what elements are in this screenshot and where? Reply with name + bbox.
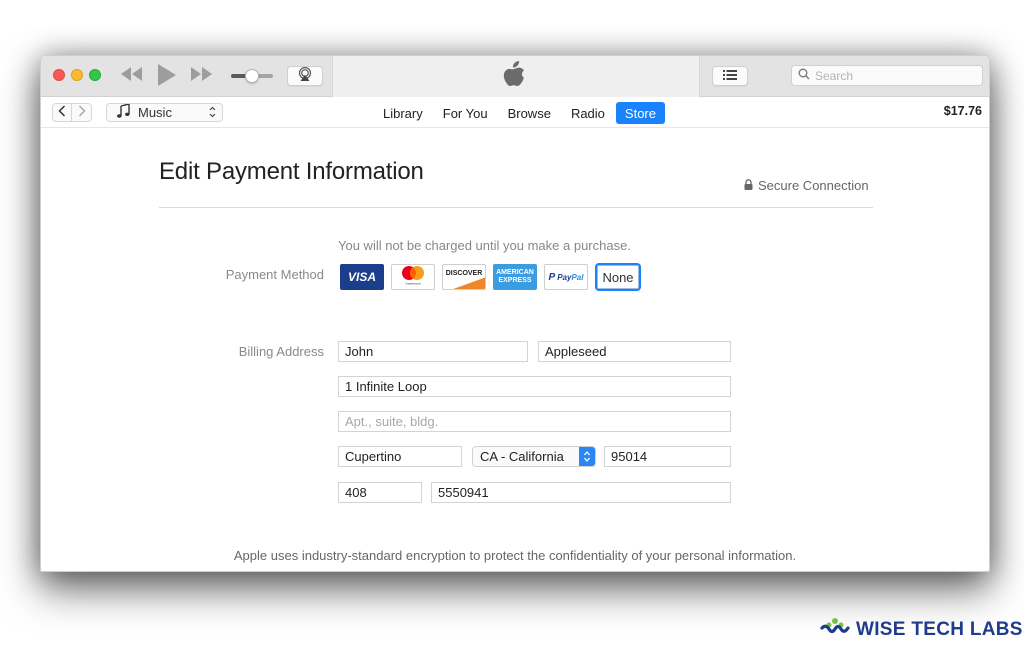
fast-forward-icon[interactable]	[191, 67, 213, 86]
main-tabs: Library For You Browse Radio Store	[374, 102, 667, 124]
mastercard-text: mastercard	[405, 281, 420, 285]
close-window-button[interactable]	[53, 69, 65, 81]
media-type-label: Music	[138, 105, 172, 120]
billing-address-label: Billing Address	[238, 344, 324, 359]
payment-form-page: Edit Payment Information Secure Connecti…	[41, 128, 989, 571]
itunes-window: Music Library For You Browse Radio Store…	[40, 55, 990, 572]
payment-option-discover[interactable]: DISCOVER	[442, 264, 486, 290]
apt-suite-field[interactable]	[338, 411, 731, 432]
chevron-left-icon	[58, 104, 66, 122]
tab-library[interactable]: Library	[374, 102, 432, 124]
amex-logo-line1: AMERICAN	[496, 269, 534, 276]
media-type-select[interactable]: Music	[106, 103, 223, 122]
watermark-text: WISE TECH LABS	[856, 618, 1023, 640]
discover-stripe	[449, 276, 485, 289]
lock-icon	[744, 178, 753, 193]
play-icon[interactable]	[158, 64, 176, 91]
mastercard-logo-icon: mastercard	[398, 265, 428, 289]
zip-code-field[interactable]	[604, 446, 731, 467]
apple-logo-icon	[503, 61, 527, 94]
paypal-text-pal: Pal	[571, 272, 584, 282]
payment-method-label: Payment Method	[225, 267, 324, 282]
zoom-window-button[interactable]	[89, 69, 101, 81]
payment-option-none[interactable]: None	[595, 263, 641, 291]
discover-logo-icon: DISCOVER	[445, 269, 483, 277]
watermark: WISE TECH LABS	[820, 617, 1023, 642]
toolbar-center	[332, 56, 700, 97]
chevron-updown-icon	[579, 447, 595, 466]
charge-note: You will not be charged until you make a…	[338, 238, 631, 253]
secure-connection-indicator: Secure Connection	[744, 178, 869, 193]
payment-option-amex[interactable]: AMERICAN EXPRESS	[493, 264, 537, 290]
list-icon	[723, 67, 737, 85]
state-select[interactable]: CA - California	[472, 446, 596, 467]
volume-slider[interactable]	[231, 69, 273, 83]
encryption-note: Apple uses industry-standard encryption …	[233, 548, 797, 563]
payment-option-paypal[interactable]: P Pay Pal	[544, 264, 588, 290]
volume-knob[interactable]	[245, 69, 259, 83]
rewind-icon[interactable]	[121, 67, 143, 86]
amex-logo-line2: EXPRESS	[498, 277, 532, 284]
visa-logo-icon: VISA	[347, 270, 376, 284]
navigation-bar: Music Library For You Browse Radio Store…	[41, 97, 989, 128]
street-address-field[interactable]	[338, 376, 731, 397]
search-field[interactable]	[791, 65, 983, 86]
payment-method-options: VISA mastercard DISCOVER AMERICAN EXPRES…	[340, 263, 648, 291]
minimize-window-button[interactable]	[71, 69, 83, 81]
tab-for-you[interactable]: For You	[434, 102, 497, 124]
music-note-icon	[117, 103, 130, 121]
phone-number-field[interactable]	[431, 482, 731, 503]
tab-radio[interactable]: Radio	[562, 102, 614, 124]
first-name-field[interactable]	[338, 341, 528, 362]
tab-store[interactable]: Store	[615, 102, 665, 124]
paypal-logo-icon: P	[548, 271, 556, 283]
up-next-button[interactable]	[712, 66, 748, 86]
title-divider	[159, 207, 873, 208]
back-button[interactable]	[52, 103, 72, 122]
search-input[interactable]	[815, 68, 975, 83]
search-icon	[798, 67, 810, 85]
chevron-right-icon	[78, 104, 86, 122]
secure-connection-label: Secure Connection	[758, 178, 869, 193]
paypal-text-pay: Pay	[557, 272, 572, 282]
tab-browse[interactable]: Browse	[499, 102, 560, 124]
forward-button[interactable]	[72, 103, 92, 122]
payment-option-visa[interactable]: VISA	[340, 264, 384, 290]
payment-option-mastercard[interactable]: mastercard	[391, 264, 435, 290]
last-name-field[interactable]	[538, 341, 731, 362]
city-field[interactable]	[338, 446, 462, 467]
area-code-field[interactable]	[338, 482, 422, 503]
toolbar	[41, 56, 989, 97]
wise-tech-labs-logo-icon	[820, 617, 850, 642]
page-title: Edit Payment Information	[159, 158, 424, 185]
airplay-button[interactable]	[287, 66, 323, 86]
state-select-value: CA - California	[480, 449, 564, 464]
account-balance[interactable]: $17.76	[944, 104, 982, 118]
chevron-updown-icon	[209, 106, 216, 118]
airplay-icon	[298, 66, 312, 86]
